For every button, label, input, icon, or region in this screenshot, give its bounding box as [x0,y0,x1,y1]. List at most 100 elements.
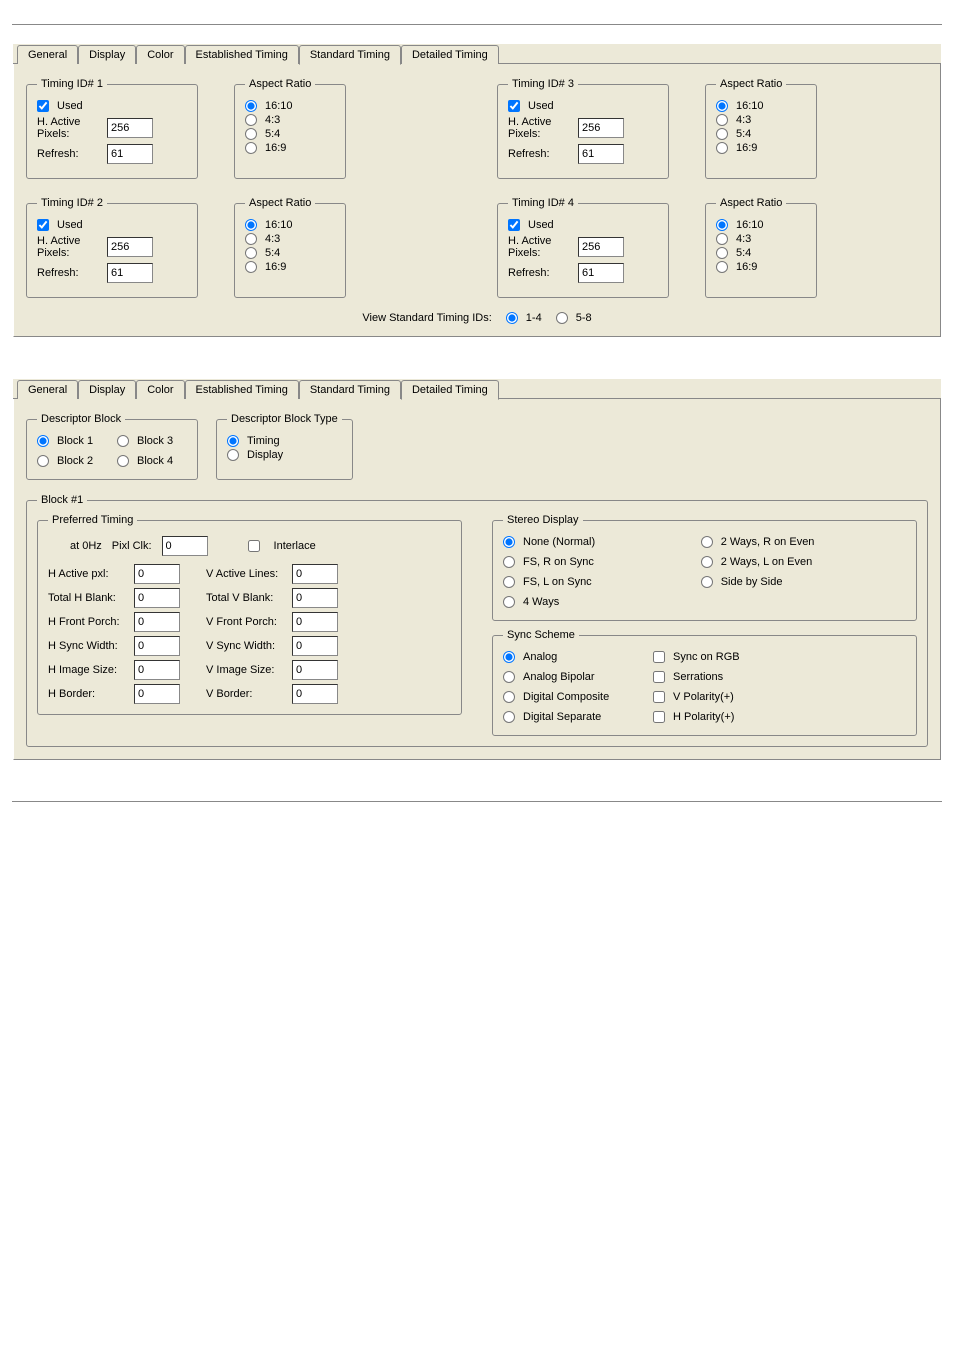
stereo-fs-l-on-sync[interactable] [503,576,515,588]
timing-1-hactive-field[interactable] [107,118,153,138]
descriptor-block-block-3[interactable] [117,435,129,447]
timing-4-aspect-16-9-label: 16:9 [736,261,757,273]
stereo-4-ways[interactable] [503,596,515,608]
timing-id-3-legend: Timing ID# 3 [508,78,578,90]
pt-1-v-field[interactable] [292,588,338,608]
pt-1-v-label: Total V Blank: [206,592,292,604]
tab-detailed-timing[interactable]: Detailed Timing [401,380,499,400]
timing-3-used-checkbox[interactable] [508,100,520,112]
timing-1-aspect-16-9[interactable] [245,142,257,154]
pt-4-h-field[interactable] [134,660,180,680]
tab-display[interactable]: Display [78,45,136,64]
timing-1-used-checkbox[interactable] [37,100,49,112]
sync-check-v-polarity-[interactable] [653,691,665,703]
pt-3-v-label: V Sync Width: [206,640,292,652]
timing-4-used-checkbox[interactable] [508,219,520,231]
sync-digital-composite[interactable] [503,691,515,703]
pixclk-field[interactable] [162,536,208,556]
pt-0-h-field[interactable] [134,564,180,584]
tab-standard-timing[interactable]: Standard Timing [299,380,401,399]
tab-detailed-timing[interactable]: Detailed Timing [401,45,499,64]
sync-analog[interactable] [503,651,515,663]
timing-1-aspect-4-3[interactable] [245,114,257,126]
timing-2-refresh-field[interactable] [107,263,153,283]
timing-4-aspect-5-4[interactable] [716,247,728,259]
timing-2-used-checkbox[interactable] [37,219,49,231]
timing-4-aspect-16-10[interactable] [716,219,728,231]
timing-4-aspect-box: Aspect Ratio16:104:35:416:9 [705,197,817,298]
stereo-2-ways-l-on-even[interactable] [701,556,713,568]
stereo-none-normal-[interactable] [503,536,515,548]
timing-2-aspect-4-3[interactable] [245,233,257,245]
timing-2-aspect-16-10[interactable] [245,219,257,231]
tab-color[interactable]: Color [136,380,184,399]
sync-analog-bipolar[interactable] [503,671,515,683]
pt-3-h-field[interactable] [134,636,180,656]
timing-id-1-box: Timing ID# 1UsedH. Active Pixels:Refresh… [26,78,198,179]
descriptor-block-block-2[interactable] [37,455,49,467]
timing-3-refresh-field[interactable] [578,144,624,164]
timing-2-aspect-5-4[interactable] [245,247,257,259]
timing-2-used-label: Used [57,219,83,231]
sync-check-h-polarity-[interactable] [653,711,665,723]
timing-4-aspect-4-3[interactable] [716,233,728,245]
pt-2-h-field[interactable] [134,612,180,632]
pt-5-v-field[interactable] [292,684,338,704]
pt-2-v-field[interactable] [292,612,338,632]
tab-general[interactable]: General [17,45,78,64]
tab-color[interactable]: Color [136,45,184,64]
timing-4-refresh-field[interactable] [578,263,624,283]
descriptor-block-block-3-label: Block 3 [137,435,173,447]
tab-established-timing[interactable]: Established Timing [185,45,299,64]
timing-1-aspect-16-10[interactable] [245,100,257,112]
sync-scheme-box: Sync Scheme AnalogSync on RGBAnalog Bipo… [492,629,917,736]
timing-1-aspect-5-4-label: 5:4 [265,128,280,140]
timing-id-4-box: Timing ID# 4UsedH. Active Pixels:Refresh… [497,197,669,298]
sync-check-sync-on-rgb[interactable] [653,651,665,663]
stereo-none-normal--label: None (Normal) [523,536,595,548]
timing-1-refresh-field[interactable] [107,144,153,164]
pt-3-v-field[interactable] [292,636,338,656]
tab-standard-timing[interactable]: Standard Timing [299,45,401,65]
timing-3-aspect-4-3[interactable] [716,114,728,126]
pt-0-v-field[interactable] [292,564,338,584]
descriptor-block-block-4[interactable] [117,455,129,467]
interlace-checkbox[interactable] [248,540,260,552]
timing-1-aspect-5-4[interactable] [245,128,257,140]
sync-check-serrations-label: Serrations [673,671,723,683]
pt-2-v-label: V Front Porch: [206,616,292,628]
timing-3-aspect-16-10[interactable] [716,100,728,112]
view-std-1-4[interactable] [506,312,518,324]
sync-digital-separate[interactable] [503,711,515,723]
timing-2-aspect-4-3-label: 4:3 [265,233,280,245]
sync-check-h-polarity--label: H Polarity(+) [673,711,734,723]
descriptor-type-display[interactable] [227,449,239,461]
pt-4-v-field[interactable] [292,660,338,680]
stereo-side-by-side[interactable] [701,576,713,588]
sync-check-sync-on-rgb-label: Sync on RGB [673,651,740,663]
detailed-timing-panel: GeneralDisplayColorEstablished TimingSta… [12,378,942,761]
timing-3-hactive-field[interactable] [578,118,624,138]
timing-3-aspect-16-9[interactable] [716,142,728,154]
tab-general[interactable]: General [17,380,78,399]
view-std-5-8[interactable] [556,312,568,324]
descriptor-block-block-1[interactable] [37,435,49,447]
timing-3-aspect-5-4[interactable] [716,128,728,140]
sync-check-serrations[interactable] [653,671,665,683]
timing-4-aspect-16-9[interactable] [716,261,728,273]
descriptor-type-legend: Descriptor Block Type [227,413,342,425]
timing-2-aspect-16-9[interactable] [245,261,257,273]
timing-id-1: Timing ID# 1UsedH. Active Pixels:Refresh… [26,78,457,179]
pt-1-h-field[interactable] [134,588,180,608]
timing-id-3-box: Timing ID# 3UsedH. Active Pixels:Refresh… [497,78,669,179]
timing-4-hactive-field[interactable] [578,237,624,257]
timing-2-aspect-box: Aspect Ratio16:104:35:416:9 [234,197,346,298]
descriptor-type-timing[interactable] [227,435,239,447]
tab-established-timing[interactable]: Established Timing [185,380,299,399]
stereo-2-ways-r-on-even[interactable] [701,536,713,548]
pt-5-h-field[interactable] [134,684,180,704]
pt-2-h-label: H Front Porch: [48,616,134,628]
stereo-fs-r-on-sync[interactable] [503,556,515,568]
tab-display[interactable]: Display [78,380,136,399]
timing-2-hactive-field[interactable] [107,237,153,257]
